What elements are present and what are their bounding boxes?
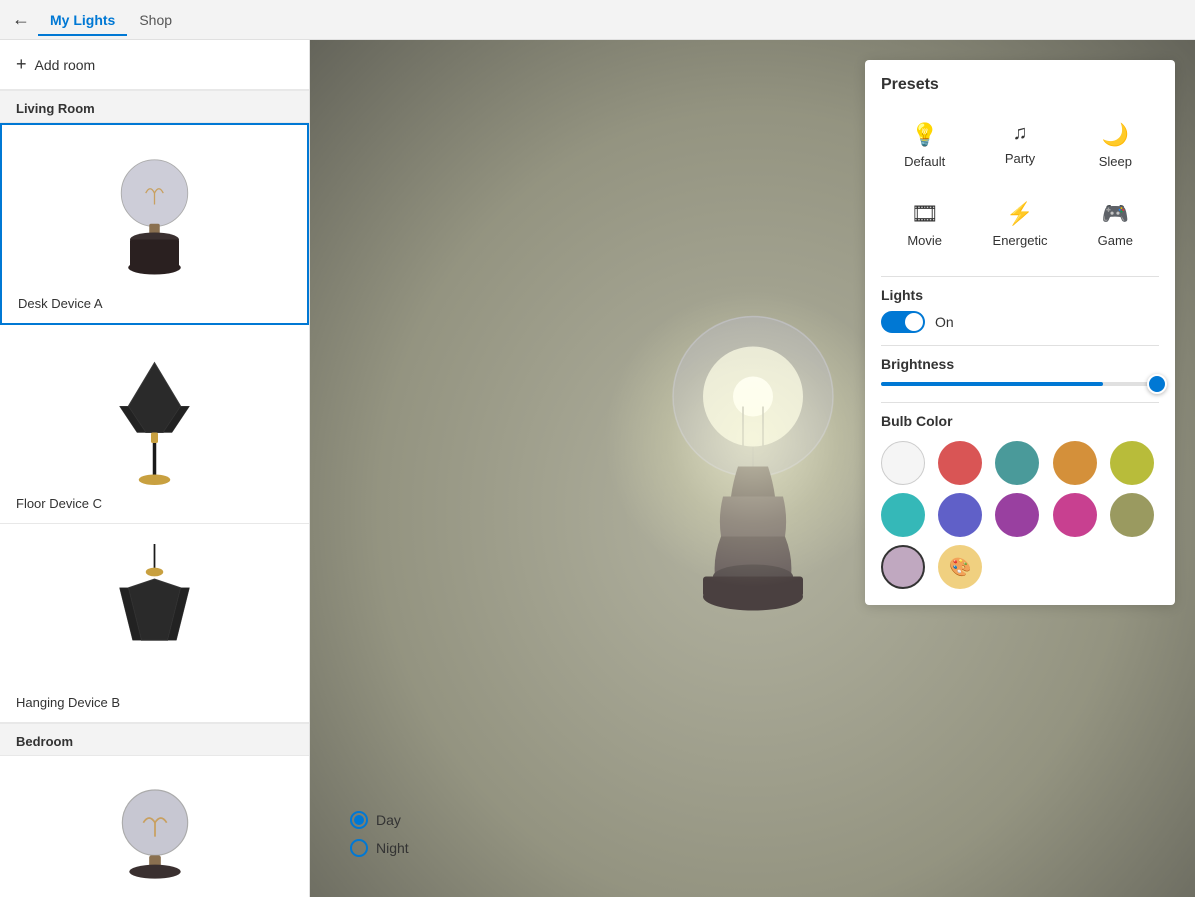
preset-party[interactable]: ♫ Party (976, 110, 1063, 181)
color-purple[interactable] (995, 493, 1039, 537)
party-icon: ♫ (1012, 122, 1027, 145)
game-label: Game (1098, 233, 1133, 248)
tab-my-lights[interactable]: My Lights (38, 4, 127, 36)
sleep-label: Sleep (1099, 154, 1132, 169)
preset-game[interactable]: 🎮 Game (1072, 189, 1159, 260)
color-blue[interactable] (938, 493, 982, 537)
brightness-label: Brightness (881, 356, 1159, 372)
device-card-hanging-b[interactable]: Hanging Device B (0, 524, 309, 723)
radio-day[interactable]: Day (350, 811, 409, 829)
plus-icon: + (16, 54, 27, 75)
movie-label: Movie (907, 233, 942, 248)
preset-sleep[interactable]: 🌙 Sleep (1072, 110, 1159, 181)
toggle-state-label: On (935, 314, 954, 330)
preset-default[interactable]: 💡 Default (881, 110, 968, 181)
add-room-button[interactable]: + Add room (0, 40, 309, 90)
color-grid: 🎨 (881, 441, 1159, 589)
device-card-desk-a[interactable]: Desk Device A (0, 123, 309, 325)
device-card-floor-c[interactable]: Floor Device C (0, 325, 309, 524)
custom-color-icon: 🎨 (949, 557, 971, 578)
toggle-knob (905, 313, 923, 331)
color-orange[interactable] (1053, 441, 1097, 485)
device-name-hanging-b: Hanging Device B (16, 695, 120, 710)
presets-title: Presets (881, 76, 1159, 94)
lights-section: Lights On (881, 287, 1159, 333)
color-pink[interactable] (1053, 493, 1097, 537)
section-living-room: Living Room (0, 90, 309, 123)
preset-energetic[interactable]: ⚡ Energetic (976, 189, 1063, 260)
movie-icon: 🎞 (911, 201, 939, 227)
main-lamp-svg (643, 296, 863, 636)
preset-movie[interactable]: 🎞 Movie (881, 189, 968, 260)
lights-toggle[interactable] (881, 311, 925, 333)
sleep-icon: 🌙 (1102, 122, 1129, 148)
default-icon: 💡 (911, 122, 938, 148)
brightness-thumb (1147, 374, 1167, 394)
color-olive[interactable] (1110, 493, 1154, 537)
top-bar: ← My Lights Shop (0, 0, 1195, 40)
toggle-row: On (881, 311, 1159, 333)
tab-shop[interactable]: Shop (127, 4, 184, 36)
brightness-fill (881, 382, 1103, 386)
radio-day-circle (350, 811, 368, 829)
sidebar: + Add room Living Room (0, 40, 310, 897)
presets-panel: Presets 💡 Default ♫ Party 🌙 Sleep (865, 60, 1175, 605)
color-lavender[interactable] (881, 545, 925, 589)
bulb-color-label: Bulb Color (881, 413, 1159, 429)
presets-grid: 💡 Default ♫ Party 🌙 Sleep 🎞 Movie (881, 110, 1159, 260)
default-label: Default (904, 154, 945, 169)
device-image-hanging-b (16, 536, 293, 691)
panel-divider-1 (881, 276, 1159, 277)
main-lamp-display (643, 296, 863, 641)
game-icon: 🎮 (1102, 201, 1129, 227)
device-image-floor-c (16, 337, 293, 492)
party-label: Party (1005, 151, 1035, 166)
device-name-floor-c: Floor Device C (16, 496, 102, 511)
panel-divider-2 (881, 345, 1159, 346)
panel-divider-3 (881, 402, 1159, 403)
lights-label: Lights (881, 287, 1159, 303)
color-custom[interactable]: 🎨 (938, 545, 982, 589)
device-name-desk-a: Desk Device A (18, 296, 103, 311)
energetic-label: Energetic (993, 233, 1048, 248)
radio-night-label: Night (376, 840, 409, 856)
color-teal[interactable] (995, 441, 1039, 485)
radio-day-label: Day (376, 812, 401, 828)
energetic-icon: ⚡ (1006, 201, 1033, 227)
color-cyan[interactable] (881, 493, 925, 537)
brightness-slider[interactable] (881, 382, 1159, 386)
device-image-desk-a (18, 137, 291, 292)
color-white[interactable] (881, 441, 925, 485)
device-image-bedroom (16, 768, 293, 897)
radio-night-circle (350, 839, 368, 857)
nav-tabs: My Lights Shop (38, 4, 184, 36)
add-room-label: Add room (35, 57, 96, 73)
section-bedroom: Bedroom (0, 723, 309, 756)
content-area: Day Night Presets 💡 Default ♫ Party (310, 40, 1195, 897)
radio-night[interactable]: Night (350, 839, 409, 857)
back-button[interactable]: ← (12, 9, 30, 30)
day-night-controls: Day Night (350, 811, 409, 857)
main-layout: + Add room Living Room (0, 40, 1195, 897)
brightness-section: Brightness (881, 356, 1159, 386)
bulb-color-section: Bulb Color 🎨 (881, 413, 1159, 589)
color-yellow-green[interactable] (1110, 441, 1154, 485)
device-card-bedroom-desk[interactable] (0, 756, 309, 897)
color-red[interactable] (938, 441, 982, 485)
